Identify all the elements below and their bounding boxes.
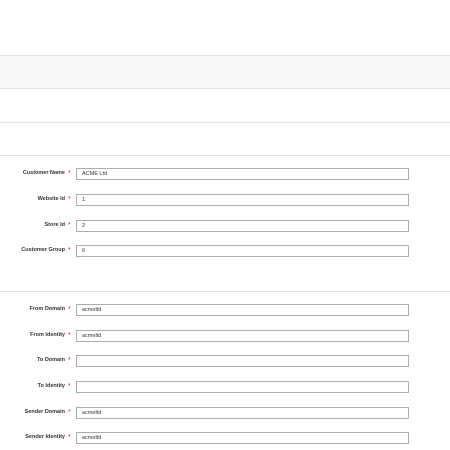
required-marker: *	[68, 409, 71, 416]
to-domain-label: To Domain	[36, 357, 65, 363]
store-id-label: Store Id	[44, 222, 65, 228]
form-row-customer-name: Customer Name *	[0, 168, 450, 182]
form-row-to-identity: To Identity *	[0, 381, 450, 395]
required-marker: *	[68, 196, 71, 203]
from-domain-label: From Domain	[29, 306, 65, 312]
from-identity-label: From Identity	[30, 332, 65, 338]
form-row-customer-group: Customer Group *	[0, 245, 450, 259]
sender-domain-label: Sender Domain	[24, 409, 65, 415]
form-page: Customer Name * Website Id * Store Id * …	[0, 0, 450, 450]
to-identity-label: To Identity	[37, 383, 65, 389]
section-header-band	[0, 55, 450, 89]
form-row-sender-identity: Sender Identity *	[0, 432, 450, 446]
required-marker: *	[68, 306, 71, 313]
website-id-input[interactable]	[76, 194, 409, 206]
required-marker: *	[68, 383, 71, 390]
section-divider	[0, 155, 450, 156]
sender-identity-input[interactable]	[76, 432, 409, 444]
form-row-from-domain: From Domain *	[0, 304, 450, 318]
to-identity-input[interactable]	[76, 381, 409, 393]
form-row-website-id: Website Id *	[0, 194, 450, 208]
customer-group-label: Customer Group	[21, 247, 65, 253]
section-divider	[0, 122, 450, 123]
to-domain-input[interactable]	[76, 355, 409, 367]
from-identity-input[interactable]	[76, 330, 409, 342]
sender-domain-input[interactable]	[76, 407, 409, 419]
form-row-from-identity: From Identity *	[0, 330, 450, 344]
form-row-store-id: Store Id *	[0, 220, 450, 234]
customer-name-label: Customer Name	[22, 170, 65, 176]
customer-name-input[interactable]	[76, 168, 409, 180]
required-marker: *	[68, 170, 71, 177]
website-id-label: Website Id	[37, 196, 65, 202]
required-marker: *	[68, 332, 71, 339]
from-domain-input[interactable]	[76, 304, 409, 316]
section-divider	[0, 291, 450, 292]
form-row-sender-domain: Sender Domain *	[0, 407, 450, 421]
required-marker: *	[68, 434, 71, 441]
form-row-to-domain: To Domain *	[0, 355, 450, 369]
required-marker: *	[68, 357, 71, 364]
customer-group-input[interactable]	[76, 245, 409, 257]
required-marker: *	[68, 222, 71, 229]
store-id-input[interactable]	[76, 220, 409, 232]
sender-identity-label: Sender Identity	[25, 434, 65, 440]
required-marker: *	[68, 247, 71, 254]
